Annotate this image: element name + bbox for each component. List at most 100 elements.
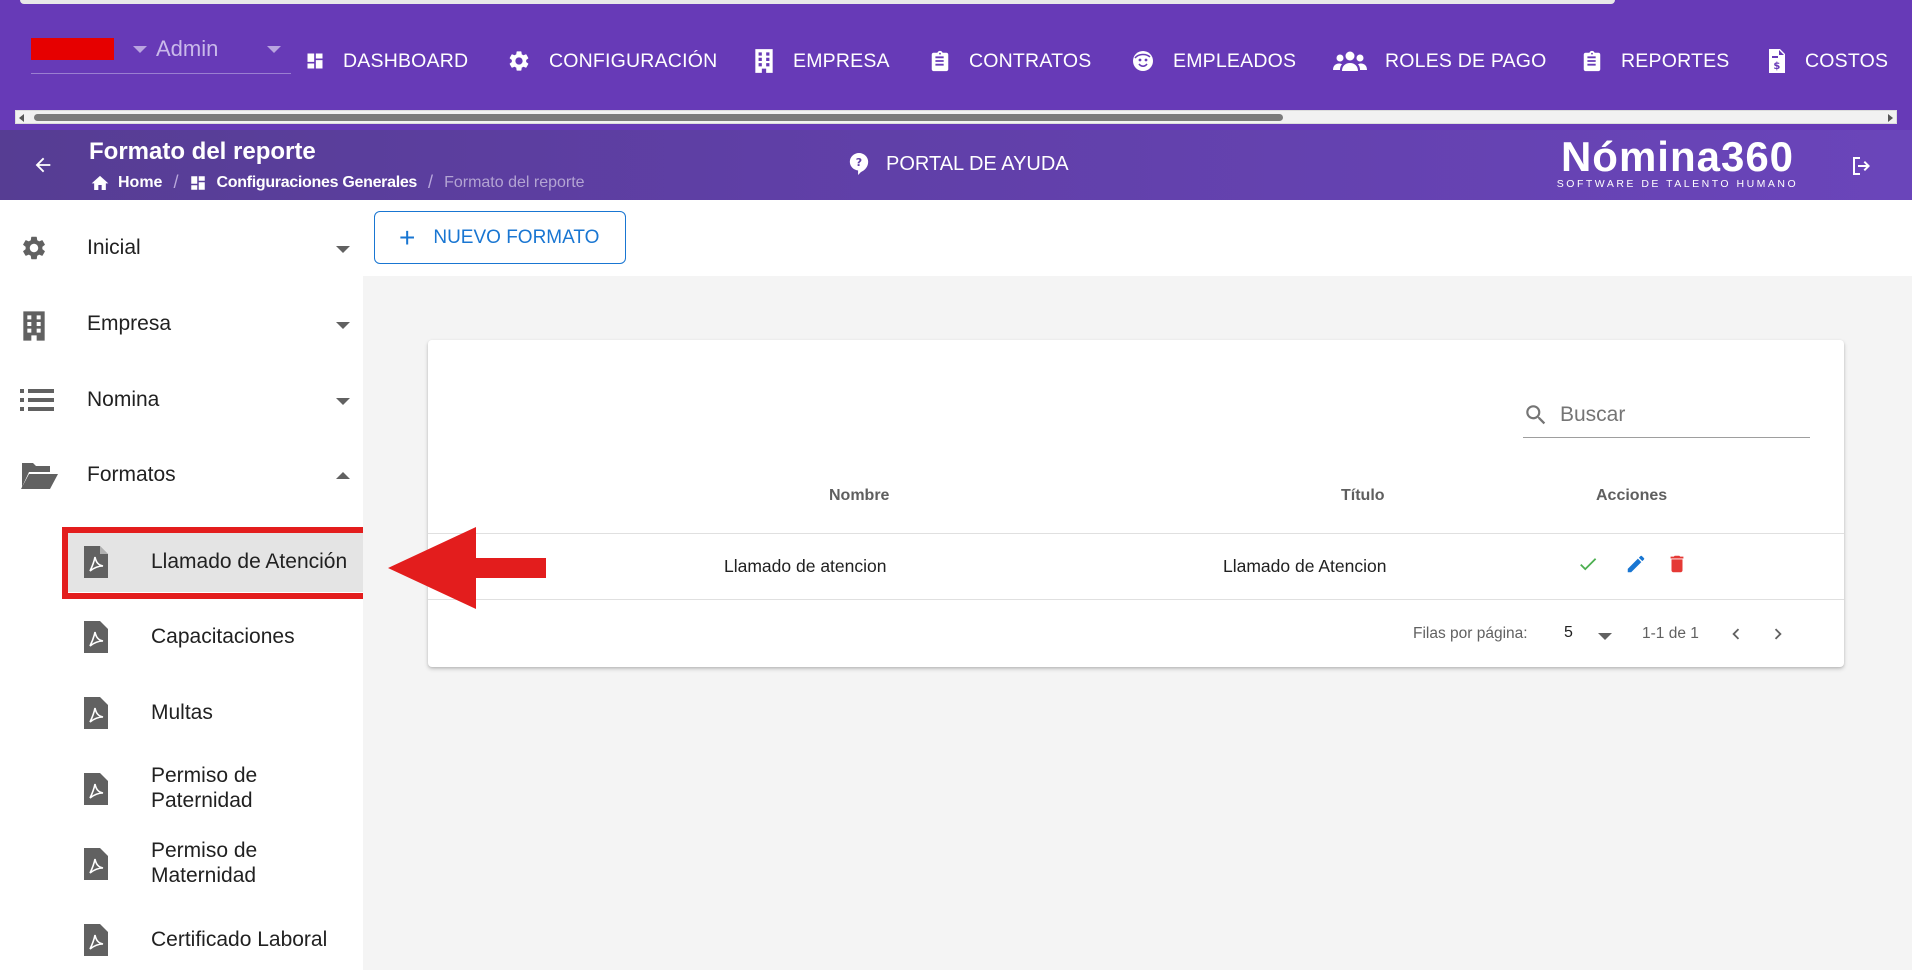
pagination-range: 1-1 de 1 <box>1642 625 1699 642</box>
building-icon <box>755 49 773 73</box>
horizontal-scrollbar[interactable] <box>15 110 1897 124</box>
logout-icon[interactable] <box>1850 154 1874 178</box>
header-divider <box>428 533 1844 534</box>
sidebar-subitem-multas[interactable]: Multas <box>64 681 364 743</box>
column-header-titulo[interactable]: Título <box>1341 487 1385 505</box>
sidebar-subitem-certificado-laboral[interactable]: Certificado Laboral <box>64 908 364 970</box>
gear-icon <box>509 51 529 71</box>
plus-icon: + <box>399 221 416 253</box>
pdf-file-icon <box>84 773 108 805</box>
back-arrow-icon[interactable] <box>32 154 54 176</box>
clipboard-icon <box>931 50 949 72</box>
sidebar-item-nomina[interactable]: Nomina <box>0 370 363 430</box>
nav-label: EMPLEADOS <box>1173 49 1297 72</box>
brand-logo: Nómina360 SOFTWARE DE TALENTO HUMANO <box>1555 134 1800 191</box>
sidebar-subitem-label: Certificado Laboral <box>151 927 328 951</box>
annotation-arrow <box>388 527 546 609</box>
chevron-down-icon <box>336 398 350 405</box>
help-icon: ? <box>849 153 869 175</box>
sidebar-subitem-permiso-de-paternidad[interactable]: Permiso de Paternidad <box>64 757 364 819</box>
chevron-down-icon <box>133 46 147 53</box>
cell-nombre: Llamado de atencion <box>724 556 887 576</box>
user-role-label: Admin <box>156 36 219 61</box>
sidebar-item-label: Inicial <box>87 236 141 259</box>
chevron-up-icon <box>336 472 350 479</box>
breadcrumb-current: Formato del reporte <box>444 173 585 191</box>
user-selector[interactable]: Admin <box>31 34 291 74</box>
gear-icon <box>23 236 45 260</box>
nav-empleados[interactable]: EMPLEADOS <box>1131 44 1296 78</box>
sidebar-item-inicial[interactable]: Inicial <box>0 218 363 278</box>
cell-titulo: Llamado de Atencion <box>1223 556 1387 576</box>
dashboard-icon <box>307 53 323 69</box>
pdf-file-icon <box>84 848 108 880</box>
check-icon[interactable] <box>1577 553 1599 575</box>
nav-label: REPORTES <box>1621 49 1730 72</box>
search-placeholder: Buscar <box>1560 403 1626 426</box>
nav-label: ROLES DE PAGO <box>1385 49 1547 72</box>
nav-reportes[interactable]: REPORTES <box>1581 44 1730 78</box>
nav-label: COSTOS <box>1805 49 1889 72</box>
pdf-file-icon <box>84 621 108 653</box>
invoice-dollar-icon: $ <box>1769 49 1785 73</box>
breadcrumb-separator: / <box>428 172 434 192</box>
scroll-left-icon[interactable] <box>19 114 24 122</box>
breadcrumb-home[interactable]: Home <box>118 174 162 192</box>
list-icon <box>20 389 54 411</box>
help-portal-link[interactable]: ? PORTAL DE AYUDA <box>848 152 1069 176</box>
search-input[interactable]: Buscar <box>1523 394 1810 438</box>
highlight-annotation-box <box>62 527 377 599</box>
column-header-acciones: Acciones <box>1596 487 1668 504</box>
app-window: Admin DASHBOARD CONFIGURACIÓN EMPRESA CO… <box>0 0 1912 970</box>
edit-pencil-icon[interactable] <box>1625 553 1647 575</box>
sidebar-subitem-capacitaciones[interactable]: Capacitaciones <box>64 605 364 667</box>
sidebar-subitem-permiso-de-maternidad[interactable]: Permiso de Maternidad <box>64 832 364 894</box>
clipboard-icon <box>1583 50 1601 72</box>
new-format-label: NUEVO FORMATO <box>433 226 600 248</box>
dashboard-icon <box>191 175 206 190</box>
breadcrumb: Home / Configuraciones Generales / Forma… <box>90 172 585 193</box>
main-content: + NUEVO FORMATO Buscar Nombre Título Acc… <box>363 200 1912 970</box>
nav-label: CONFIGURACIÓN <box>549 49 718 72</box>
chevron-down-icon <box>336 322 350 329</box>
rows-per-page-select[interactable]: 5 <box>1564 624 1573 642</box>
column-header-nombre[interactable]: Nombre <box>829 487 889 505</box>
people-icon <box>1333 51 1367 71</box>
search-icon <box>1526 405 1546 425</box>
sidebar-item-label: Nomina <box>87 388 160 411</box>
scrollbar-thumb[interactable] <box>34 114 1283 121</box>
page-header: Formato del reporte Home / Configuracion… <box>0 130 1912 200</box>
rows-per-page-label: Filas por página: <box>1413 625 1528 642</box>
chevron-down-icon <box>336 246 350 253</box>
sidebar-item-label: Empresa <box>87 312 172 335</box>
building-icon <box>23 311 45 341</box>
sidebar-subitem-label: Multas <box>151 700 213 724</box>
nav-contratos[interactable]: CONTRATOS <box>929 44 1091 78</box>
face-icon <box>1133 51 1153 71</box>
help-portal-label: PORTAL DE AYUDA <box>886 152 1069 175</box>
chevron-right-icon[interactable] <box>1767 623 1789 645</box>
nav-roles-de-pago[interactable]: ROLES DE PAGO <box>1333 44 1547 78</box>
nav-costos[interactable]: $ COSTOS <box>1767 44 1888 78</box>
pdf-file-icon <box>84 697 108 729</box>
pdf-file-icon <box>84 924 108 956</box>
scroll-right-icon[interactable] <box>1888 114 1893 122</box>
new-format-button[interactable]: + NUEVO FORMATO <box>374 211 626 264</box>
chevron-left-icon[interactable] <box>1725 623 1747 645</box>
toolbar: + NUEVO FORMATO <box>363 200 1912 276</box>
nav-configuracion[interactable]: CONFIGURACIÓN <box>507 44 717 78</box>
chevron-down-icon[interactable] <box>1598 633 1612 640</box>
formats-table-card: Buscar Nombre Título Acciones Llamado de… <box>428 340 1844 667</box>
delete-trash-icon[interactable] <box>1666 553 1688 575</box>
sidebar-subitem-label: Permiso de Paternidad <box>151 764 258 812</box>
redacted-logo <box>31 38 114 60</box>
svg-text:$: $ <box>1773 61 1780 72</box>
folder-open-icon <box>21 463 58 489</box>
nav-empresa[interactable]: EMPRESA <box>753 44 890 78</box>
nav-dashboard[interactable]: DASHBOARD <box>305 44 468 78</box>
breadcrumb-separator: / <box>173 172 179 192</box>
nav-label: DASHBOARD <box>343 49 469 72</box>
sidebar-item-formatos[interactable]: Formatos <box>0 445 363 505</box>
sidebar-item-empresa[interactable]: Empresa <box>0 294 363 354</box>
breadcrumb-configuraciones[interactable]: Configuraciones Generales <box>216 174 417 192</box>
